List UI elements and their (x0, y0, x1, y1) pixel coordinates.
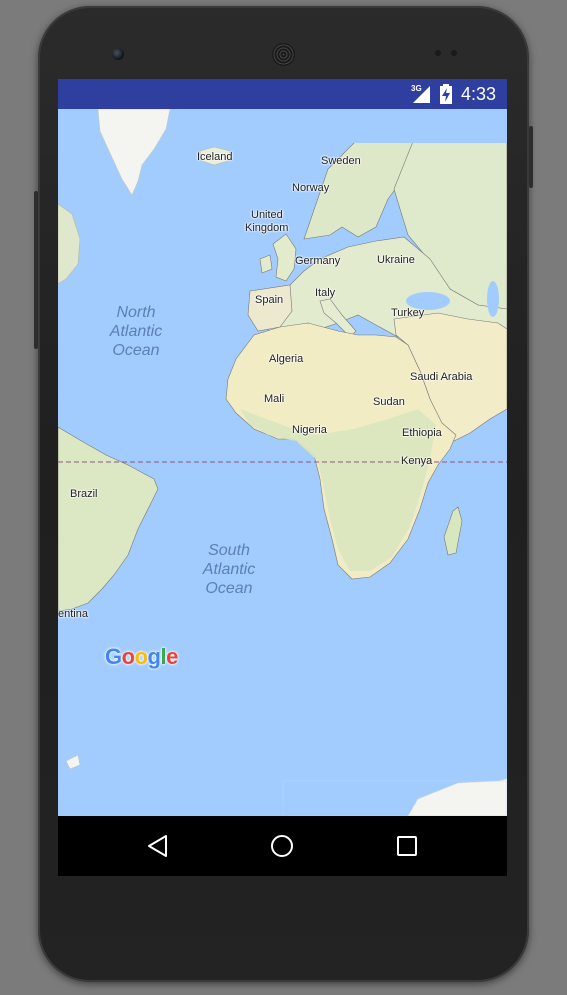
caspian-sea (487, 281, 499, 317)
country-label-kenya[interactable]: Kenya (401, 455, 432, 467)
country-label-mali[interactable]: Mali (264, 393, 284, 405)
status-bar: 3G 4:33 (58, 79, 507, 109)
country-label-iceland[interactable]: Iceland (197, 151, 232, 163)
country-label-italy[interactable]: Italy (315, 287, 335, 299)
clock: 4:33 (460, 84, 496, 104)
country-label-argentina[interactable]: entina (58, 608, 88, 620)
device-screen: 3G 4:33 Iceland Sweden Norway United Kin… (58, 79, 507, 876)
power-button (529, 126, 533, 188)
country-label-saudi-arabia[interactable]: Saudi Arabia (410, 371, 472, 383)
ocean-label-line: Ocean (205, 580, 253, 597)
ocean-label-line: North (116, 304, 156, 321)
madagascar-landmass (443, 506, 463, 556)
uk-landmass (272, 233, 297, 282)
navigation-bar (58, 816, 507, 876)
country-label-sweden[interactable]: Sweden (321, 155, 361, 167)
country-label-sudan[interactable]: Sudan (373, 396, 405, 408)
country-label-turkey[interactable]: Turkey (391, 307, 424, 319)
proximity-sensor (435, 50, 441, 56)
south-america-landmass (58, 426, 159, 612)
ocean-label-line: Ocean (112, 342, 160, 359)
tile-grid-top (283, 109, 507, 143)
map-view[interactable]: Iceland Sweden Norway United Kingdom Ger… (58, 109, 507, 816)
ocean-label-north-atlantic: North Atlantic Ocean (86, 303, 186, 360)
front-camera (112, 48, 124, 60)
ocean-label-south-atlantic: South Atlantic Ocean (179, 541, 279, 598)
light-sensor (451, 50, 457, 56)
google-logo[interactable]: Google (105, 644, 178, 670)
south-georgia (65, 754, 81, 770)
country-label-germany[interactable]: Germany (295, 255, 340, 267)
greenland-landmass (97, 109, 171, 196)
earpiece-speaker (272, 43, 295, 66)
ireland-landmass (259, 254, 273, 274)
ocean-label-line: Atlantic (202, 561, 256, 578)
country-label-algeria[interactable]: Algeria (269, 353, 303, 365)
volume-button (34, 191, 38, 349)
recents-icon[interactable] (393, 832, 421, 860)
country-label-united-kingdom-line1[interactable]: United (251, 209, 283, 221)
country-label-nigeria[interactable]: Nigeria (292, 424, 327, 436)
canada-edge (58, 203, 81, 285)
country-label-brazil[interactable]: Brazil (70, 488, 98, 500)
signal-icon (413, 86, 430, 103)
country-label-ukraine[interactable]: Ukraine (377, 254, 415, 266)
battery-charging-icon (440, 84, 452, 104)
country-label-united-kingdom-line2[interactable]: Kingdom (245, 222, 288, 234)
country-label-ethiopia[interactable]: Ethiopia (402, 427, 442, 439)
country-label-spain[interactable]: Spain (255, 294, 283, 306)
country-label-norway[interactable]: Norway (292, 182, 329, 194)
home-icon[interactable] (268, 832, 296, 860)
antarctica-landmass (407, 778, 507, 816)
ocean-label-line: South (208, 542, 250, 559)
ocean-label-line: Atlantic (109, 323, 163, 340)
back-icon[interactable] (144, 832, 172, 860)
